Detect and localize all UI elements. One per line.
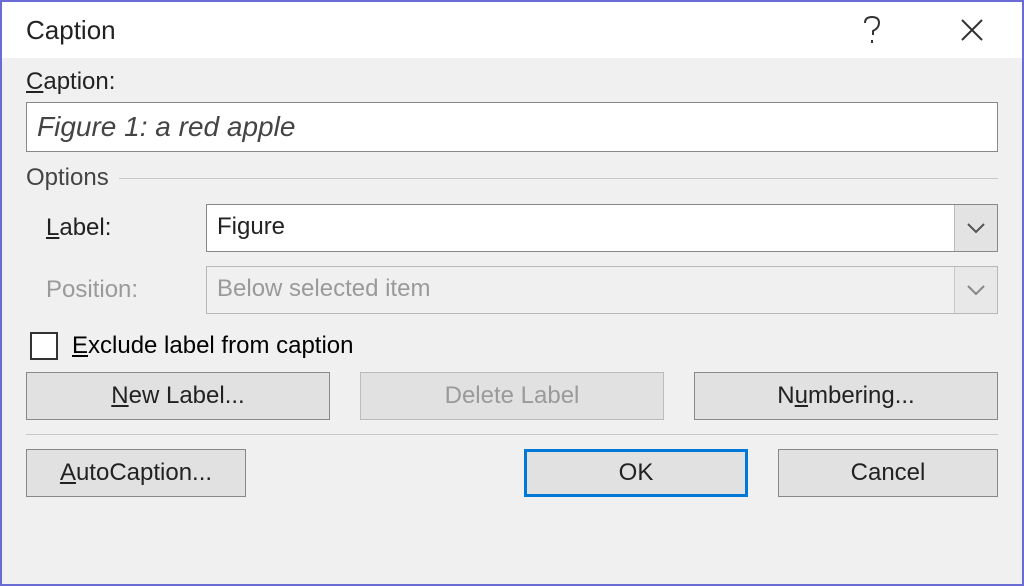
caption-label: Caption: (26, 68, 998, 96)
help-button[interactable] (822, 2, 922, 58)
caption-dialog: Caption Caption: Options (0, 0, 1024, 586)
dialog-footer: AutoCaption... OK Cancel (26, 449, 998, 515)
delete-label-button: Delete Label (360, 372, 664, 420)
new-label-button[interactable]: New Label... (26, 372, 330, 420)
label-field-label: Label: (46, 214, 206, 242)
chevron-down-icon (967, 222, 985, 234)
footer-spacer (276, 449, 494, 497)
position-combo-button (954, 267, 997, 313)
chevron-down-icon (967, 284, 985, 296)
label-combo-button[interactable] (954, 205, 997, 251)
position-row: Position: Below selected item (46, 266, 998, 314)
group-divider (119, 178, 998, 179)
checkbox-box (30, 332, 58, 360)
window-title: Caption (26, 15, 822, 46)
options-header: Options (26, 164, 998, 192)
position-combo-value: Below selected item (207, 267, 954, 313)
options-group: Options Label: Figure Position: Below se… (26, 164, 998, 328)
caption-action-buttons: New Label... Delete Label Numbering... (26, 372, 998, 420)
cancel-button[interactable]: Cancel (778, 449, 998, 497)
label-combo[interactable]: Figure (206, 204, 998, 252)
exclude-checkbox-label: Exclude label from caption (72, 332, 354, 360)
label-combo-value: Figure (207, 205, 954, 251)
label-row: Label: Figure (46, 204, 998, 252)
position-field-label: Position: (46, 276, 206, 304)
separator (26, 434, 998, 435)
ok-button[interactable]: OK (524, 449, 748, 497)
close-icon (960, 18, 984, 42)
title-bar: Caption (2, 2, 1022, 58)
exclude-checkbox[interactable]: Exclude label from caption (30, 332, 998, 360)
position-combo: Below selected item (206, 266, 998, 314)
caption-input-wrap (26, 102, 998, 152)
close-button[interactable] (922, 2, 1022, 58)
caption-input[interactable] (26, 102, 998, 152)
numbering-button[interactable]: Numbering... (694, 372, 998, 420)
dialog-content: Caption: Options Label: Figure (2, 58, 1022, 584)
options-header-text: Options (26, 164, 109, 192)
help-icon (862, 15, 882, 45)
autocaption-button[interactable]: AutoCaption... (26, 449, 246, 497)
